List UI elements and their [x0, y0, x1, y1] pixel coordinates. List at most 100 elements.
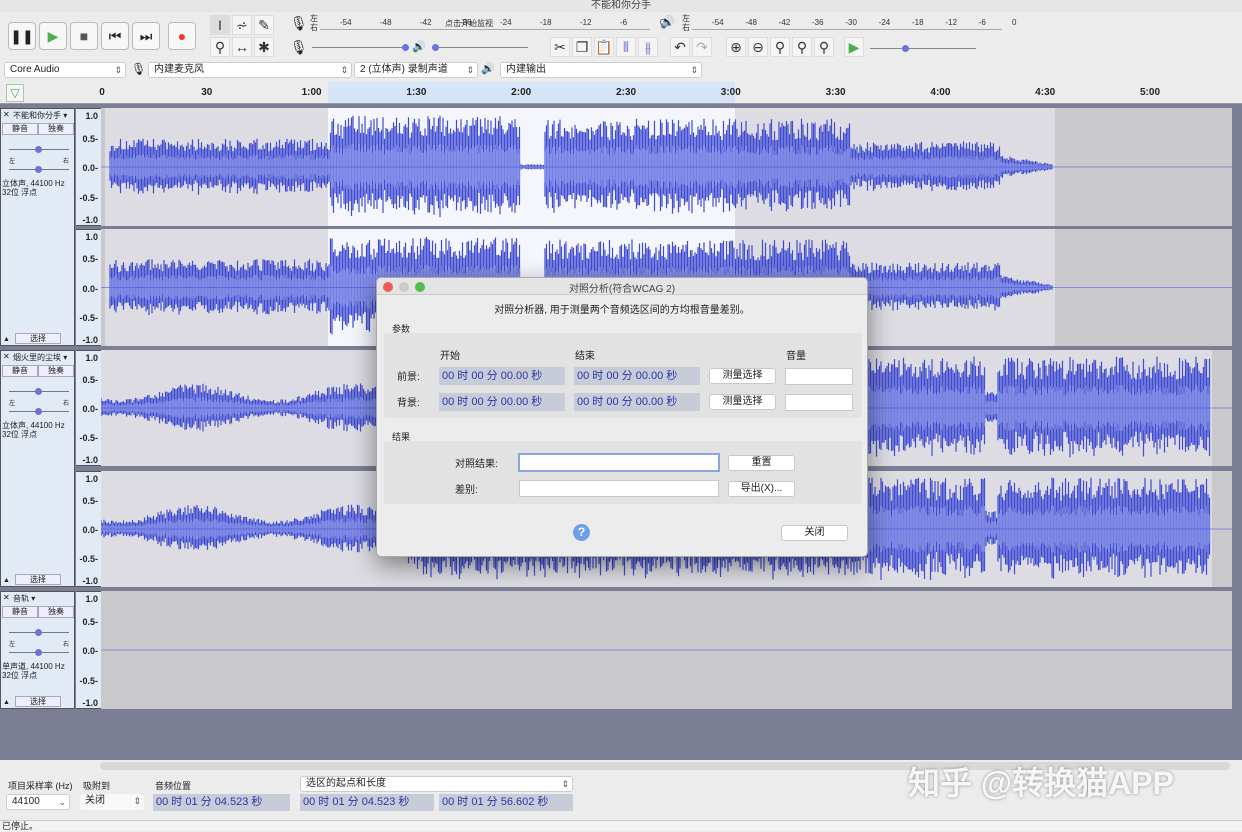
- contrast-result-field[interactable]: [518, 453, 720, 472]
- project-rate-select[interactable]: 44100 ⌄: [6, 794, 70, 810]
- cut-button[interactable]: ✂: [550, 37, 570, 57]
- pan-slider[interactable]: [9, 166, 69, 173]
- waveform[interactable]: [101, 591, 1232, 709]
- track-name-menu[interactable]: 烟火里的尘埃 ▾: [13, 352, 75, 363]
- close-button[interactable]: 关闭: [781, 525, 848, 541]
- close-track-icon[interactable]: ✕: [3, 110, 10, 119]
- solo-button[interactable]: 独奏: [38, 123, 74, 135]
- gain-slider[interactable]: [9, 146, 69, 153]
- meter-tick: -18: [540, 18, 552, 27]
- record-meter[interactable]: -54 -48 -42 -36 -24 -18 -12 -6 0 点击开始监视: [320, 16, 664, 30]
- selection-start-time[interactable]: 00 时 01 分 04.523 秒: [300, 794, 434, 811]
- input-device-select[interactable]: 内建麦克风 ⇕: [148, 62, 352, 78]
- record-volume-slider[interactable]: [312, 44, 409, 51]
- output-device-select[interactable]: 内建输出 ⇕: [500, 62, 702, 78]
- scale-label: -1.0: [82, 215, 98, 225]
- fit-project-button[interactable]: ⚲: [792, 37, 812, 57]
- timeshift-tool[interactable]: ↔: [232, 37, 252, 57]
- foreground-end-time[interactable]: 00 时 00 分 00.00 秒: [574, 367, 700, 385]
- skip-start-button[interactable]: ⏮: [101, 22, 129, 50]
- silence-button[interactable]: ⫵: [638, 37, 658, 57]
- pan-slider[interactable]: [9, 408, 69, 415]
- selection-mode-select[interactable]: 选区的起点和长度 ⇕: [300, 776, 573, 792]
- waveform[interactable]: [101, 108, 1232, 226]
- foreground-start-time[interactable]: 00 时 00 分 00.00 秒: [439, 367, 565, 385]
- ruler-tick: 3:30: [825, 87, 846, 98]
- help-icon[interactable]: ?: [573, 524, 590, 541]
- export-button[interactable]: 导出(X)...: [728, 481, 795, 497]
- timeline-options-button[interactable]: ▽: [6, 84, 24, 102]
- undo-button[interactable]: ↶: [670, 37, 690, 57]
- mute-button[interactable]: 静音: [2, 365, 38, 377]
- background-start-time[interactable]: 00 时 00 分 00.00 秒: [439, 393, 565, 411]
- skip-end-button[interactable]: ⏭: [132, 22, 160, 50]
- close-track-icon[interactable]: ✕: [3, 593, 10, 602]
- close-track-icon[interactable]: ✕: [3, 352, 10, 361]
- zoom-tool[interactable]: ⚲: [210, 37, 230, 57]
- mute-button[interactable]: 静音: [2, 606, 38, 618]
- multi-tool[interactable]: ✱: [254, 37, 274, 57]
- select-track-button[interactable]: 选择: [15, 574, 61, 585]
- track-header[interactable]: ✕ 音轨 ▾ 静音 独奏 左 右 单声道, 44100 Hz 32位 浮点 ▲ …: [0, 591, 75, 709]
- stop-button[interactable]: ■: [70, 22, 98, 50]
- collapse-icon[interactable]: ▲: [3, 577, 10, 584]
- amplitude-scale[interactable]: 1.0 0.5- 0.0- -0.5- -1.0: [76, 108, 101, 226]
- track-name-menu[interactable]: 音轨 ▾: [13, 593, 75, 604]
- gain-slider[interactable]: [9, 388, 69, 395]
- record-button[interactable]: ●: [168, 22, 196, 50]
- track-header[interactable]: ✕ 烟火里的尘埃 ▾ 静音 独奏 左 右 立体声, 44100 Hz 32位 浮…: [0, 350, 75, 587]
- zoom-in-button[interactable]: ⊕: [726, 37, 746, 57]
- collapse-icon[interactable]: ▲: [3, 336, 10, 343]
- pan-slider[interactable]: [9, 649, 69, 656]
- play-icon: ▶: [47, 27, 59, 44]
- playback-meter[interactable]: -54 -48 -42 -36 -30 -24 -18 -12 -6 0: [692, 16, 1016, 30]
- background-volume-field[interactable]: [785, 394, 853, 411]
- amplitude-scale[interactable]: 1.0 0.5- 0.0- -0.5- -1.0: [76, 591, 101, 709]
- amplitude-scale[interactable]: 1.0 0.5- 0.0- -0.5- -1.0: [76, 471, 101, 587]
- mute-button[interactable]: 静音: [2, 123, 38, 135]
- audio-position-time[interactable]: 00 时 01 分 04.523 秒: [153, 794, 290, 811]
- amplitude-scale[interactable]: 1.0 0.5- 0.0- -0.5- -1.0: [76, 350, 101, 466]
- draw-tool[interactable]: ✎: [254, 15, 274, 35]
- background-end-time[interactable]: 00 时 00 分 00.00 秒: [574, 393, 700, 411]
- track-header[interactable]: ✕ 不能和你分手 ▾ 静音 独奏 左 右 立体声, 44100 Hz 32位 浮…: [0, 108, 75, 346]
- select-track-button[interactable]: 选择: [15, 333, 61, 344]
- redo-button[interactable]: ↷: [692, 37, 712, 57]
- trim-button[interactable]: ⫴: [616, 37, 636, 57]
- measure-background-button[interactable]: 测量选择: [709, 394, 776, 410]
- amplitude-scale[interactable]: 1.0 0.5- 0.0- -0.5- -1.0: [76, 229, 101, 346]
- envelope-tool[interactable]: ⩫: [232, 15, 252, 35]
- track-name-menu[interactable]: 不能和你分手 ▾: [13, 110, 75, 121]
- copy-button[interactable]: ❐: [572, 37, 592, 57]
- play-button[interactable]: ▶: [39, 22, 67, 50]
- snap-to-select[interactable]: 关闭 ⇕: [80, 794, 144, 810]
- scale-label: -0.5-: [79, 312, 98, 323]
- pause-button[interactable]: ❚❚: [8, 22, 36, 50]
- reset-button[interactable]: 重置: [728, 455, 795, 471]
- meter-tick: -42: [778, 18, 791, 27]
- select-track-button[interactable]: 选择: [15, 696, 61, 707]
- play-speed-slider[interactable]: [870, 45, 976, 52]
- playback-volume-slider[interactable]: [432, 44, 528, 51]
- zoom-toggle-button[interactable]: ⚲: [814, 37, 834, 57]
- selection-tool[interactable]: I: [210, 15, 230, 35]
- fit-selection-button[interactable]: ⚲: [770, 37, 790, 57]
- foreground-volume-field[interactable]: [785, 368, 853, 385]
- play-at-speed-button[interactable]: ▶: [844, 37, 864, 57]
- paste-button[interactable]: 📋: [594, 37, 614, 57]
- measure-foreground-button[interactable]: 测量选择: [709, 368, 776, 384]
- difference-field[interactable]: [519, 480, 719, 497]
- solo-button[interactable]: 独奏: [38, 606, 74, 618]
- cursor-icon: I: [218, 17, 222, 33]
- zoom-out-button[interactable]: ⊖: [748, 37, 768, 57]
- collapse-icon[interactable]: ▲: [3, 699, 10, 706]
- timeline-ruler[interactable]: ▽ 0 30 1:00 1:30 2:00 2:30 3:00 3:30 4:00 4:30 5:0…: [0, 82, 1242, 104]
- selection-length-time[interactable]: 00 时 01 分 56.602 秒: [439, 794, 573, 811]
- watermark: 知乎 @转换猫APP: [908, 765, 1174, 801]
- audio-host-select[interactable]: Core Audio ⇕: [4, 62, 126, 78]
- gain-slider[interactable]: [9, 629, 69, 636]
- chevron-updown-icon: ⇕: [340, 65, 348, 75]
- track-format: 立体声, 44100 Hz: [2, 179, 65, 188]
- channels-select[interactable]: 2 (立体声) 录制声道 ⇕: [354, 62, 478, 78]
- solo-button[interactable]: 独奏: [38, 365, 74, 377]
